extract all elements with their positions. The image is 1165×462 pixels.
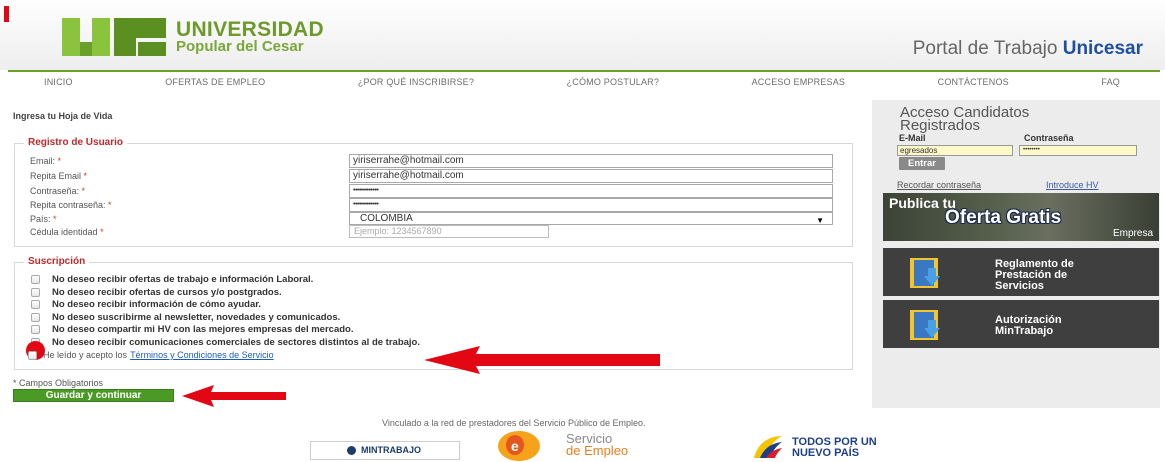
- email-field[interactable]: yiriserrahe@hotmail.com: [349, 154, 833, 168]
- todos-por-un-nuevo-pais-text: TODOS POR UN NUEVO PAÍS: [792, 436, 877, 459]
- forgot-password-link[interactable]: Recordar contraseña: [897, 180, 981, 190]
- nav-item-inicio[interactable]: INICIO: [44, 77, 73, 87]
- repeat-email-label: Repita Email *: [30, 171, 88, 181]
- university-logo-icon[interactable]: [62, 12, 170, 62]
- checkbox[interactable]: [31, 312, 40, 322]
- page-title: Ingresa tu Hoja de Vida: [13, 111, 113, 121]
- introduce-hv-link[interactable]: Introduce HV: [1046, 180, 1099, 190]
- password-label: Contraseña: *: [30, 186, 86, 196]
- subscription-option[interactable]: No deseo recibir comunicaciones comercia…: [31, 336, 420, 348]
- terms-link[interactable]: Términos y Condiciones de Servicio: [130, 350, 274, 360]
- nav-item-como-postular[interactable]: ¿CÓMO POSTULAR?: [567, 77, 660, 87]
- autorizacion-banner[interactable]: Autorización MinTrabajo: [883, 300, 1159, 348]
- email-label: Email: *: [30, 156, 62, 166]
- checkbox[interactable]: [31, 299, 40, 309]
- todos-por-un-nuevo-pais-logo-icon[interactable]: [752, 434, 784, 460]
- annotation-arrow-icon: [182, 385, 286, 407]
- login-password-field[interactable]: ••••••••: [1019, 145, 1137, 156]
- country-value: COLOMBIA: [360, 213, 413, 224]
- checkbox[interactable]: [31, 287, 40, 297]
- subscription-option[interactable]: No deseo recibir ofertas de trabajo e in…: [31, 273, 313, 285]
- nav-item-contactenos[interactable]: CONTÁCTENOS: [938, 77, 1009, 87]
- servicio-empleo-logo-icon[interactable]: e: [497, 430, 541, 462]
- nav-item-ofertas[interactable]: OFERTAS DE EMPLEO: [165, 77, 265, 87]
- login-button[interactable]: Entrar: [899, 157, 945, 170]
- reglamento-line3: Servicios: [995, 280, 1044, 292]
- university-subname: Popular del Cesar: [176, 38, 304, 55]
- svg-text:e: e: [511, 438, 519, 454]
- email-row: Email: * yiriserrahe@hotmail.com: [30, 154, 850, 168]
- password-field[interactable]: •••••••••••••: [349, 184, 833, 198]
- subscription-option[interactable]: No deseo recibir información de cómo ayu…: [31, 298, 261, 310]
- terms-prefix: He leído y acepto los: [43, 350, 128, 360]
- cedula-label: Cédula identidad *: [30, 227, 104, 237]
- repeat-password-row: Repita contraseña: * •••••••••••••: [30, 198, 850, 212]
- checkbox[interactable]: [31, 324, 40, 334]
- seal-icon: [347, 446, 356, 455]
- login-email-field[interactable]: egresados: [897, 145, 1013, 156]
- repeat-password-label: Repita contraseña: *: [30, 200, 112, 210]
- footer-note: Vinculado a la red de prestadores del Se…: [382, 418, 646, 428]
- subscription-option[interactable]: No deseo suscribirme al newsletter, nove…: [31, 311, 340, 323]
- autorizacion-line2: MinTrabajo: [995, 325, 1054, 337]
- folder-download-icon: [910, 310, 940, 340]
- main-nav: INICIO OFERTAS DE EMPLEO ¿POR QUÉ INSCRI…: [8, 73, 1160, 91]
- banner-line3: Empresa: [1112, 228, 1153, 239]
- repeat-email-row: Repita Email * yiriserrahe@hotmail.com: [30, 169, 850, 183]
- terms-row: He leído y acepto los Términos y Condici…: [28, 350, 274, 360]
- country-row: País: * COLOMBIA ▼: [30, 212, 850, 226]
- publish-offer-banner[interactable]: Publica tu Oferta Gratis Empresa: [883, 193, 1159, 241]
- password-row: Contraseña: * •••••••••••••: [30, 184, 850, 198]
- nav-item-por-que[interactable]: ¿POR QUÉ INSCRIBIRSE?: [358, 77, 474, 87]
- mintrabajo-logo[interactable]: MINTRABAJO: [310, 441, 460, 460]
- header-divider: [8, 70, 1160, 72]
- login-email-label: E-Mail: [899, 133, 926, 143]
- reglamento-banner[interactable]: Reglamento de Prestación de Servicios: [883, 248, 1159, 296]
- annotation-mark: [4, 6, 9, 22]
- cedula-field[interactable]: Ejemplo: 1234567890: [349, 225, 549, 238]
- suscripcion-legend: Suscripción: [24, 256, 90, 267]
- country-select[interactable]: COLOMBIA ▼: [349, 212, 833, 225]
- registro-legend: Registro de Usuario: [24, 137, 128, 148]
- login-title: Acceso Candidatos Registrados: [900, 104, 1030, 134]
- checkbox[interactable]: [31, 274, 40, 284]
- save-continue-button[interactable]: Guardar y continuar: [13, 389, 174, 402]
- repeat-email-field[interactable]: yiriserrahe@hotmail.com: [349, 169, 833, 183]
- banner-line2: Oferta Gratis: [945, 207, 1062, 228]
- repeat-password-field[interactable]: •••••••••••••: [349, 198, 833, 212]
- folder-download-icon: [910, 258, 940, 288]
- cedula-row: Cédula identidad * Ejemplo: 1234567890: [30, 225, 850, 239]
- country-label: País: *: [30, 214, 57, 224]
- nav-item-acceso-empresas[interactable]: ACCESO EMPRESAS: [752, 77, 846, 87]
- subscription-option[interactable]: No deseo recibir ofertas de cursos y/o p…: [31, 286, 282, 298]
- login-password-label: Contraseña: [1024, 133, 1074, 143]
- servicio-line2: de Empleo: [566, 443, 629, 458]
- nav-item-faq[interactable]: FAQ: [1101, 77, 1120, 87]
- portal-title: Portal de Trabajo Unicesar: [913, 38, 1143, 60]
- required-note: * Campos Obligatorios: [13, 378, 104, 388]
- portal-title-prefix: Portal de Trabajo: [912, 38, 1063, 59]
- subscription-option[interactable]: No deseo compartir mi HV con las mejores…: [31, 323, 353, 335]
- terms-checkbox[interactable]: [28, 350, 37, 360]
- portal-title-brand: Unicesar: [1062, 38, 1143, 59]
